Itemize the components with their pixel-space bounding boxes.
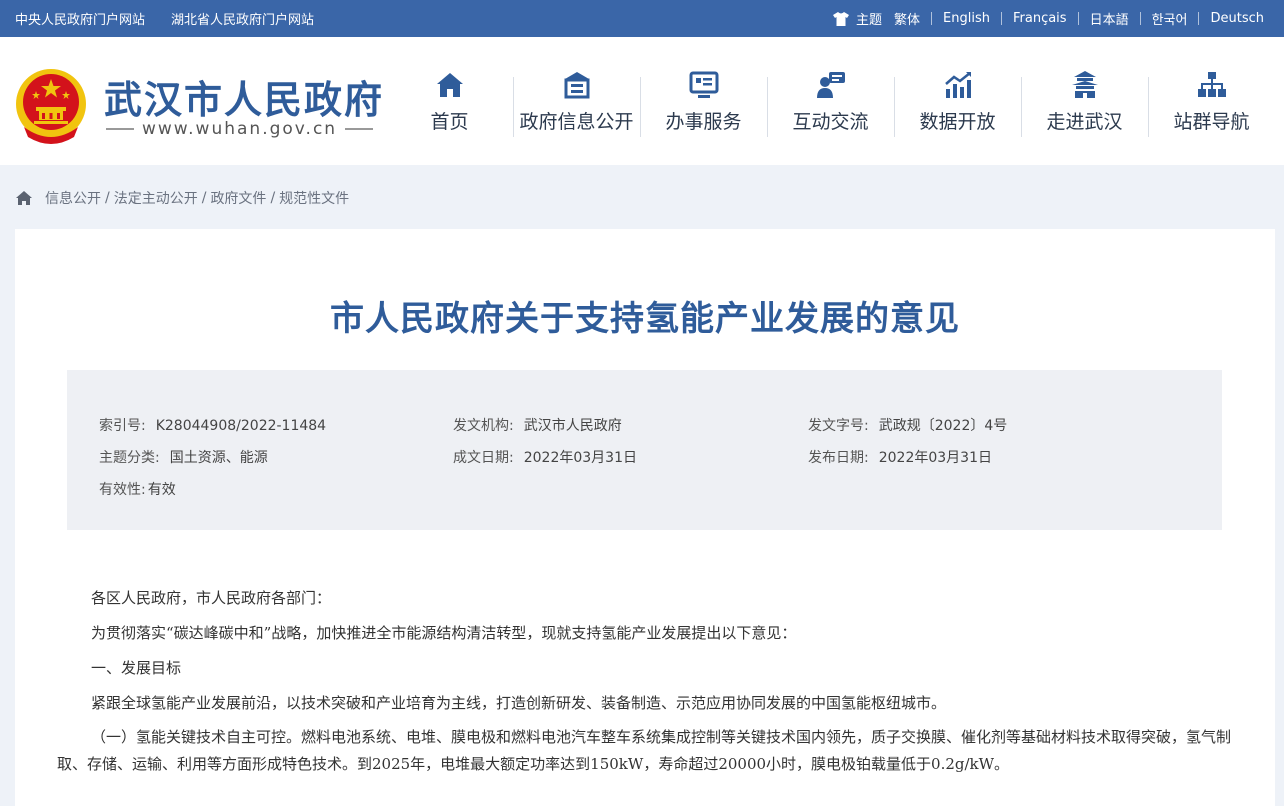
sitemap-icon — [1197, 71, 1226, 97]
paragraph: 为贯彻落实“碳达峰碳中和”战略，加快推进全市能源结构清洁转型，现就支持氢能产业发… — [91, 624, 797, 642]
lang-traditional[interactable]: 繁体 — [894, 9, 920, 28]
meta-date-published: 发布日期: 2022年03月31日 — [808, 447, 992, 467]
meta-label: 发文机构: — [453, 418, 514, 434]
nav-label: 办事服务 — [665, 110, 742, 133]
meta-label: 发文字号: — [808, 418, 869, 434]
chart-icon — [944, 71, 971, 98]
meta-issuer: 发文机构: 武汉市人民政府 — [453, 415, 622, 435]
divider — [1198, 12, 1200, 25]
nav-label: 互动交流 — [792, 110, 869, 133]
monitor-icon — [689, 71, 718, 98]
site-url-text: www.wuhan.gov.cn — [142, 119, 338, 139]
breadcrumb-normative-documents[interactable]: 规范性文件 — [279, 188, 349, 208]
top-right-links: 主题 繁体 English Français 日本語 한국어 Deutsch — [832, 0, 1264, 37]
lang-german[interactable]: Deutsch — [1210, 11, 1264, 26]
site-name: 武汉市人民政府 — [104, 78, 385, 122]
nav-label: 首页 — [430, 110, 469, 133]
meta-label: 主题分类: — [99, 450, 160, 466]
paragraph: 各区人民政府，市人民政府各部门： — [91, 589, 332, 607]
divider — [1000, 12, 1002, 25]
breadcrumb-gov-documents[interactable]: 政府文件 — [210, 188, 266, 208]
meta-topic: 主题分类: 国土资源、能源 — [99, 447, 268, 467]
home-icon[interactable] — [15, 190, 33, 206]
theme-button[interactable]: 主题 — [832, 9, 882, 28]
main-nav: 首页 政府信息公开 办事服务 互动交流 数据开放 走进武汉 站群导航 — [386, 37, 1275, 165]
shirt-icon — [833, 11, 849, 26]
meta-value: 有效 — [147, 482, 176, 498]
nav-item-interaction[interactable]: 互动交流 — [767, 37, 894, 165]
meta-validity: 有效性: 有效 — [99, 479, 176, 499]
pavilion-icon — [1071, 70, 1098, 98]
nav-item-about-wuhan[interactable]: 走进武汉 — [1021, 37, 1148, 165]
nav-label: 政府信息公开 — [519, 110, 634, 133]
meta-value: K28044908/2022-11484 — [155, 418, 327, 434]
meta-value: 武政规〔2022〕4号 — [878, 418, 1008, 434]
lang-korean[interactable]: 한국어 — [1152, 9, 1188, 28]
top-bar: 中央人民政府门户网站 湖北省人民政府门户网站 主题 繁体 English Fra… — [0, 0, 1284, 37]
meta-date-made: 成文日期: 2022年03月31日 — [453, 447, 637, 467]
paragraph: 紧跟全球氢能产业发展前沿，以技术突破和产业培育为主线，打造创新研发、装备制造、示… — [91, 694, 947, 712]
meta-value: 武汉市人民政府 — [523, 418, 622, 434]
nav-label: 走进武汉 — [1046, 110, 1123, 133]
meta-value: 2022年03月31日 — [878, 450, 992, 466]
meta-label: 发布日期: — [808, 450, 869, 466]
nav-item-site-navigation[interactable]: 站群导航 — [1148, 37, 1275, 165]
chat-user-icon — [816, 71, 845, 98]
central-gov-link[interactable]: 中央人民政府门户网站 — [15, 9, 145, 28]
top-left-links: 中央人民政府门户网站 湖北省人民政府门户网站 — [15, 0, 314, 37]
article-panel: 市人民政府关于支持氢能产业发展的意见 索引号: K28044908/2022-11… — [15, 229, 1275, 806]
document-metadata: 索引号: K28044908/2022-11484 发文机构: 武汉市人民政府 发文… — [67, 370, 1222, 530]
meta-value: 2022年03月31日 — [523, 450, 637, 466]
divider — [1139, 12, 1141, 25]
site-url: www.wuhan.gov.cn — [106, 119, 374, 139]
url-dash-left — [106, 128, 134, 130]
hubei-gov-link[interactable]: 湖北省人民政府门户网站 — [171, 9, 314, 28]
meta-label: 索引号: — [99, 418, 146, 434]
article-title: 市人民政府关于支持氢能产业发展的意见 — [330, 299, 960, 339]
nav-item-home[interactable]: 首页 — [386, 37, 513, 165]
breadcrumb-separator: / — [201, 190, 207, 206]
lang-english[interactable]: English — [943, 11, 990, 26]
lang-japanese[interactable]: 日本語 — [1090, 9, 1129, 28]
meta-index-no: 索引号: K28044908/2022-11484 — [99, 415, 326, 435]
breadcrumb-statutory[interactable]: 法定主动公开 — [114, 188, 198, 208]
meta-value: 国土资源、能源 — [169, 450, 268, 466]
nav-item-open-data[interactable]: 数据开放 — [894, 37, 1021, 165]
building-icon — [564, 71, 589, 98]
nav-item-info-disclosure[interactable]: 政府信息公开 — [513, 37, 640, 165]
meta-doc-no: 发文字号: 武政规〔2022〕4号 — [808, 415, 1007, 435]
meta-label: 有效性: — [99, 482, 146, 498]
breadcrumb: 信息公开 / 法定主动公开 / 政府文件 / 规范性文件 — [15, 186, 349, 210]
theme-label: 主题 — [856, 13, 883, 28]
site-logo[interactable]: 武汉市人民政府 www.wuhan.gov.cn — [14, 67, 382, 147]
url-dash-right — [345, 128, 374, 130]
nav-item-services[interactable]: 办事服务 — [640, 37, 767, 165]
divider — [1077, 12, 1079, 25]
site-header: 武汉市人民政府 www.wuhan.gov.cn 首页 政府信息公开 办事服务 … — [0, 37, 1284, 165]
meta-label: 成文日期: — [453, 450, 514, 466]
paragraph: （一）氢能关键技术自主可控。燃料电池系统、电堆、膜电极和燃料电池汽车整车系统集成… — [57, 728, 1232, 773]
paragraph: 一、发展目标 — [91, 659, 182, 677]
nav-label: 站群导航 — [1173, 110, 1250, 133]
home-icon — [436, 72, 463, 97]
lang-french[interactable]: Français — [1013, 11, 1067, 26]
breadcrumb-separator: / — [105, 190, 110, 206]
breadcrumb-info-disclosure[interactable]: 信息公开 — [45, 188, 101, 208]
article-body: 各区人民政府，市人民政府各部门： 为贯彻落实“碳达峰碳中和”战略，加快推进全市能… — [57, 584, 1237, 785]
national-emblem-icon — [16, 69, 86, 144]
breadcrumb-separator: / — [270, 190, 276, 206]
divider — [931, 12, 933, 25]
nav-label: 数据开放 — [919, 110, 996, 133]
